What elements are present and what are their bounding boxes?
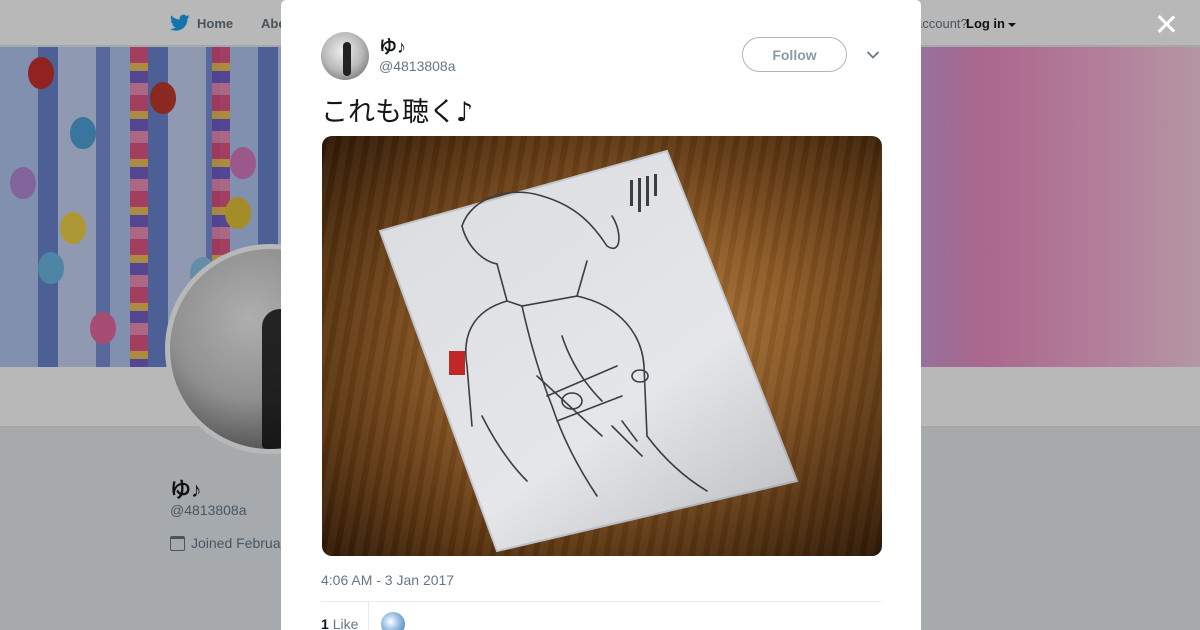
divider — [321, 601, 881, 602]
tweet-like-stat[interactable]: 1 Like — [321, 616, 358, 630]
tweet-modal: ゆ♪ @4813808a Follow これも聴く♪ 4:06 AM - 3 J… — [281, 0, 921, 630]
tweet-author-name[interactable]: ゆ♪ — [379, 33, 406, 59]
stat-divider — [368, 602, 369, 630]
follow-button[interactable]: Follow — [742, 37, 847, 72]
tweet-photo[interactable] — [322, 136, 882, 556]
tweet-timestamp[interactable]: 4:06 AM - 3 Jan 2017 — [321, 572, 454, 588]
tweet-author-avatar[interactable] — [321, 32, 369, 80]
tweet-text: これも聴く♪ — [321, 97, 474, 128]
tweet-author-handle[interactable]: @4813808a — [379, 58, 456, 74]
like-label: Like — [332, 616, 359, 630]
like-count: 1 — [321, 616, 329, 630]
liker-avatar[interactable] — [381, 612, 405, 630]
chevron-down-icon[interactable] — [866, 48, 880, 62]
close-icon[interactable] — [1154, 12, 1178, 36]
